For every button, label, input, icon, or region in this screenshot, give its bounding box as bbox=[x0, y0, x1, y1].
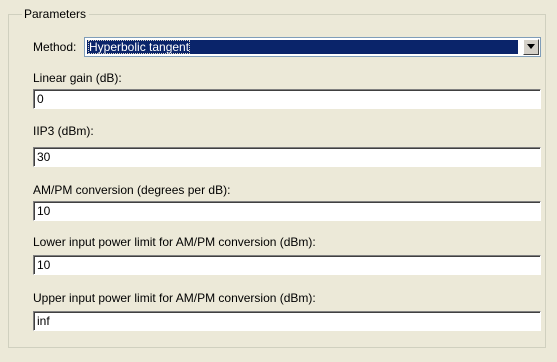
ampm-conversion-label: AM/PM conversion (degrees per dB): bbox=[33, 183, 231, 197]
lower-input-power-limit-label: Lower input power limit for AM/PM conver… bbox=[33, 235, 316, 249]
method-dropdown-button[interactable] bbox=[523, 39, 539, 55]
method-selected-value[interactable]: Hyperbolic tangent bbox=[87, 40, 518, 54]
iip3-field[interactable]: 30 bbox=[33, 147, 541, 167]
method-label: Method: bbox=[33, 40, 77, 54]
ampm-conversion-field[interactable]: 10 bbox=[33, 201, 541, 221]
chevron-down-icon bbox=[527, 44, 535, 49]
iip3-label: IIP3 (dBm): bbox=[33, 124, 94, 138]
upper-input-power-limit-label: Upper input power limit for AM/PM conver… bbox=[33, 291, 316, 305]
lower-input-power-limit-field[interactable]: 10 bbox=[33, 255, 541, 275]
linear-gain-field[interactable]: 0 bbox=[33, 89, 541, 109]
upper-input-power-limit-field[interactable]: inf bbox=[33, 311, 541, 331]
linear-gain-label: Linear gain (dB): bbox=[33, 71, 122, 85]
groupbox-legend: Parameters bbox=[22, 7, 90, 21]
method-select[interactable]: Hyperbolic tangent bbox=[84, 37, 541, 57]
